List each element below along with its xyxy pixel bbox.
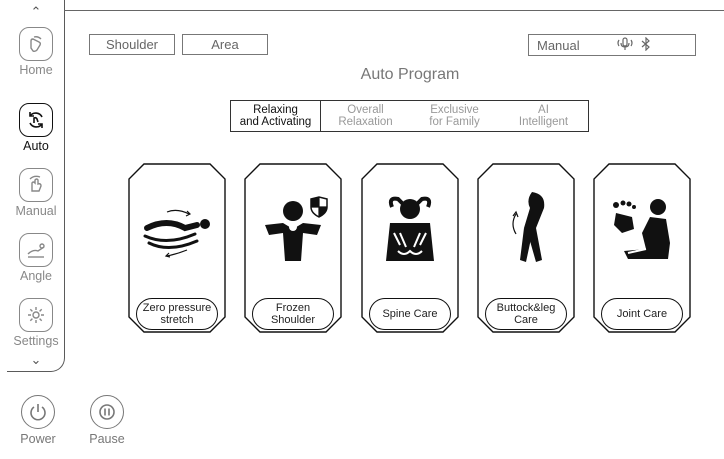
sidebar-item-label: Settings [13,334,59,348]
shoulder-button[interactable]: Shoulder [89,34,175,55]
voice-icon [616,36,634,54]
sidebar-item-home[interactable]: Home [7,27,65,77]
sidebar-item-settings[interactable]: Settings [7,298,65,348]
scroll-up-icon[interactable]: ⌃ [7,5,65,18]
auto-cycle-icon [19,103,53,137]
pause-icon [90,395,124,429]
page-title: Auto Program [360,66,460,83]
program-card-spine-care[interactable]: Spine Care [361,163,459,333]
sidebar-item-manual[interactable]: Manual [7,168,65,218]
program-card-zero-pressure[interactable]: Zero pressure stretch [128,163,226,333]
program-tabs: Relaxing and Activating Overall Relaxati… [230,100,589,132]
program-label: Joint Care [601,298,683,330]
sidebar-item-label: Home [19,63,53,77]
hand-press-icon [19,27,53,61]
bluetooth-icon [640,36,652,54]
sidebar-item-auto[interactable]: Auto [7,103,65,153]
content-top-border [64,10,724,11]
sidebar-item-label: Auto [23,139,49,153]
tab-overall[interactable]: Overall Relaxation [321,101,410,131]
spine-care-icon [361,185,459,271]
program-card-joint-care[interactable]: Joint Care [593,163,691,333]
tab-family[interactable]: Exclusive for Family [410,101,499,131]
program-label: Zero pressure stretch [136,298,218,330]
pause-label: Pause [89,432,125,446]
program-label: Frozen Shoulder [252,298,334,330]
sidebar-item-angle[interactable]: Angle [7,233,65,283]
program-label: Buttock&leg Care [485,298,567,330]
tab-relaxing[interactable]: Relaxing and Activating [231,101,321,131]
sidebar-item-label: Angle [20,269,52,283]
tab-ai[interactable]: AI Intelligent [499,101,588,131]
mode-label: Manual [537,37,580,53]
power-icon [21,395,55,429]
program-card-buttock-leg[interactable]: Buttock&leg Care [477,163,575,333]
buttock-leg-icon [477,185,575,271]
sidebar-item-label: Manual [15,204,57,218]
program-card-frozen-shoulder[interactable]: Frozen Shoulder [244,163,342,333]
frozen-shoulder-icon [244,185,342,271]
joint-care-icon [593,185,691,271]
power-button[interactable]: Power [13,395,63,446]
mode-indicator[interactable]: Manual [528,34,696,56]
zero-gravity-stretch-icon [128,185,226,271]
gear-icon [19,298,53,332]
program-label: Spine Care [369,298,451,330]
recline-angle-icon [19,233,53,267]
scroll-down-icon[interactable]: ⌄ [7,353,65,366]
hand-touch-icon [19,168,53,202]
area-button[interactable]: Area [182,34,268,55]
pause-button[interactable]: Pause [82,395,132,446]
power-label: Power [20,432,56,446]
sidebar: ⌃ Home Auto Manual Angle Settings ⌄ [7,0,65,372]
